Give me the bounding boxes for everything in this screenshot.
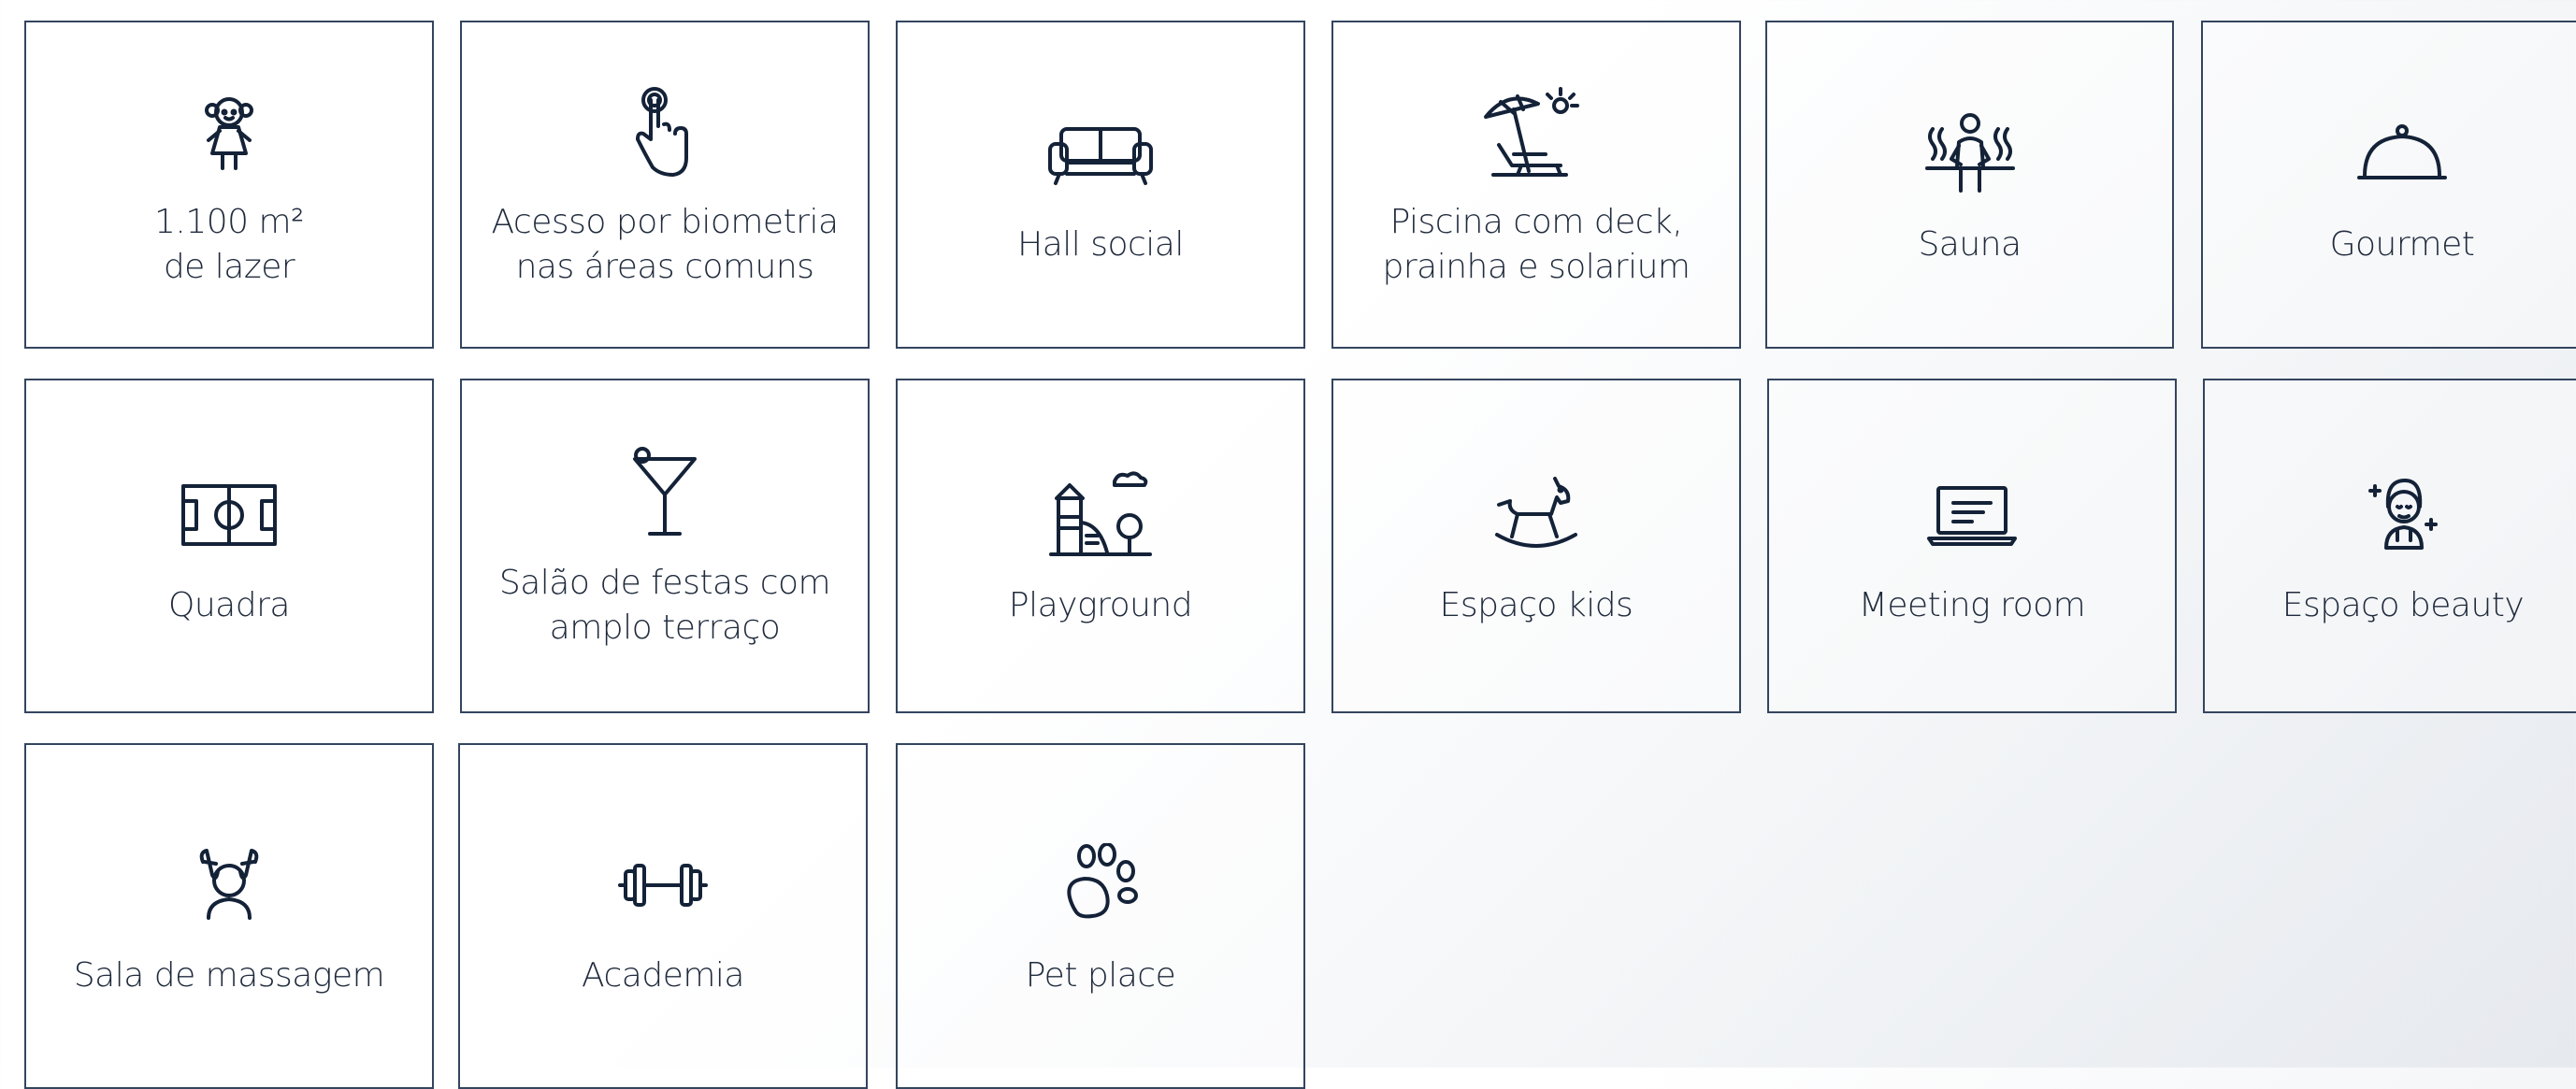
- cocktail-icon: [627, 441, 702, 544]
- amenity-label: Quadra: [168, 586, 290, 625]
- beach-umbrella-icon: [1480, 80, 1592, 183]
- sauna-icon: [1923, 103, 2017, 206]
- amenity-card-academia: Academia: [458, 743, 868, 1089]
- amenity-card-salao-festas: Salão de festas com amplo terraço: [460, 379, 870, 713]
- amenity-label: Hall social: [1017, 224, 1184, 264]
- amenity-card-gourmet: Gourmet: [2201, 21, 2576, 349]
- laptop-icon: [1925, 464, 2019, 566]
- amenity-label: Academia: [582, 956, 744, 996]
- amenity-label: Sauna: [1918, 224, 2022, 264]
- paw-icon: [1058, 834, 1143, 937]
- amenity-label: Meeting room: [1858, 586, 2086, 625]
- amenity-label: Acesso por biometria nas áreas comuns: [491, 202, 839, 286]
- amenity-label: Gourmet: [2329, 224, 2475, 264]
- amenity-label: Espaço beauty: [2281, 586, 2525, 625]
- amenity-card-biometria: Acesso por biometria nas áreas comuns: [460, 21, 870, 349]
- amenity-label: Sala de massagem: [73, 956, 385, 996]
- amenity-card-lazer: 1.100 m² de lazer: [24, 21, 434, 349]
- playground-icon: [1049, 464, 1152, 566]
- amenity-card-piscina: Piscina com deck, prainha e solarium: [1331, 21, 1741, 349]
- amenity-label: Salão de festas com amplo terraço: [498, 564, 831, 647]
- dumbbell-icon: [616, 834, 710, 937]
- amenity-label: Piscina com deck, prainha e solarium: [1382, 202, 1691, 286]
- amenity-card-espaco-beauty: Espaço beauty: [2203, 379, 2576, 713]
- amenity-card-sauna: Sauna: [1765, 21, 2174, 349]
- amenity-label: Playground: [1008, 586, 1193, 625]
- amenity-card-hall-social: Hall social: [896, 21, 1305, 349]
- doll-icon: [192, 80, 266, 183]
- amenity-label: 1.100 m² de lazer: [153, 202, 305, 286]
- amenity-card-playground: Playground: [896, 379, 1305, 713]
- amenity-card-quadra: Quadra: [24, 379, 434, 713]
- amenity-card-espaco-kids: Espaço kids: [1331, 379, 1741, 713]
- cloche-icon: [2355, 103, 2449, 206]
- sofa-icon: [1046, 103, 1155, 206]
- massage-icon: [192, 834, 266, 937]
- amenity-label: Pet place: [1025, 956, 1176, 996]
- amenity-card-meeting-room: Meeting room: [1767, 379, 2177, 713]
- amenity-card-sala-massagem: Sala de massagem: [24, 743, 434, 1089]
- beauty-face-icon: [2366, 464, 2440, 566]
- amenity-card-pet-place: Pet place: [896, 743, 1305, 1089]
- amenity-label: Espaço kids: [1439, 586, 1633, 625]
- fingerprint-touch-icon: [632, 80, 698, 183]
- soccer-field-icon: [180, 464, 279, 566]
- rocking-horse-icon: [1489, 464, 1583, 566]
